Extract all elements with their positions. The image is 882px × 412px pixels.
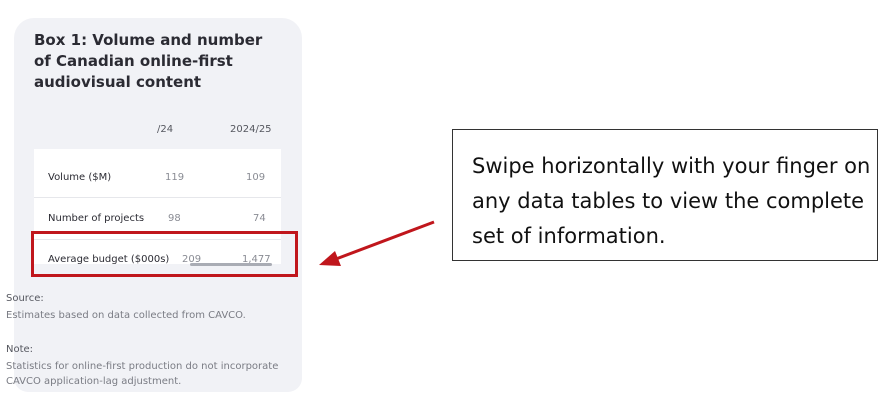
row-prev-value: 119 (165, 172, 185, 183)
data-box-card: Box 1: Volume and number of Canadian onl… (0, 18, 302, 412)
row-prev-value: 98 (168, 213, 181, 224)
column-header-prev: /24 (157, 124, 174, 135)
callout-text: Swipe horizontally with your finger on a… (472, 154, 871, 248)
instruction-callout: Swipe horizontally with your finger on a… (452, 129, 878, 261)
highlight-box (31, 231, 298, 277)
note-text: Statistics for online-first production d… (6, 361, 279, 387)
row-divider (34, 197, 281, 198)
source-label: Source: (6, 293, 44, 304)
row-curr-value: 74 (253, 213, 266, 224)
source-text: Estimates based on data collected from C… (6, 310, 246, 321)
box-title: Box 1: Volume and number of Canadian onl… (34, 31, 263, 91)
row-label: Number of projects (48, 213, 145, 224)
row-curr-value: 109 (246, 172, 266, 183)
note-label: Note: (6, 344, 34, 355)
table-header-row: /24 2024/25 (34, 112, 281, 149)
row-label: Volume ($M) (48, 172, 112, 183)
column-header-2024-25: 2024/25 (230, 124, 272, 135)
